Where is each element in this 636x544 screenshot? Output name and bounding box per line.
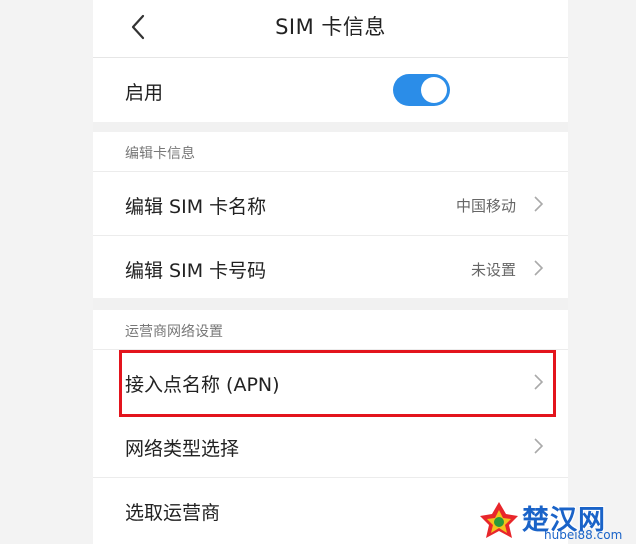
section-divider (93, 298, 568, 310)
edit-sim-name-row[interactable]: 编辑 SIM 卡名称 中国移动 (93, 172, 568, 236)
section-header-carrier-network: 运营商网络设置 (93, 310, 568, 350)
chevron-right-icon (534, 260, 544, 276)
edit-sim-number-row[interactable]: 编辑 SIM 卡号码 未设置 (93, 236, 568, 298)
row-label: 选取运营商 (125, 502, 221, 524)
apn-row[interactable]: 接入点名称 (APN) (93, 350, 568, 414)
chevron-right-icon (534, 374, 544, 390)
enable-label: 启用 (125, 82, 164, 104)
chevron-right-icon (534, 438, 544, 454)
row-value: 未设置 (470, 261, 516, 279)
sim-card-info-screen: SIM 卡信息 启用 编辑卡信息 编辑 SIM 卡名称 中国移动 编辑 SIM … (93, 0, 568, 544)
chevron-right-icon (534, 196, 544, 212)
watermark-logo-icon (480, 502, 518, 540)
enable-row: 启用 (93, 58, 568, 122)
enable-toggle[interactable] (393, 74, 450, 106)
section-title: 运营商网络设置 (125, 324, 223, 340)
section-divider (93, 122, 568, 132)
network-type-row[interactable]: 网络类型选择 (93, 414, 568, 478)
section-header-edit-card: 编辑卡信息 (93, 132, 568, 172)
row-label: 接入点名称 (APN) (125, 374, 280, 396)
row-label: 编辑 SIM 卡名称 (125, 196, 267, 218)
row-label: 网络类型选择 (125, 438, 240, 460)
page-title: SIM 卡信息 (275, 15, 386, 39)
header-bar: SIM 卡信息 (93, 0, 568, 58)
toggle-knob (421, 77, 447, 103)
watermark-url: hubei88.com (544, 528, 623, 542)
row-label: 编辑 SIM 卡号码 (125, 260, 267, 282)
watermark: 楚汉网 hubei88.com (476, 496, 636, 544)
section-title: 编辑卡信息 (125, 146, 195, 162)
row-value: 中国移动 (455, 197, 516, 215)
